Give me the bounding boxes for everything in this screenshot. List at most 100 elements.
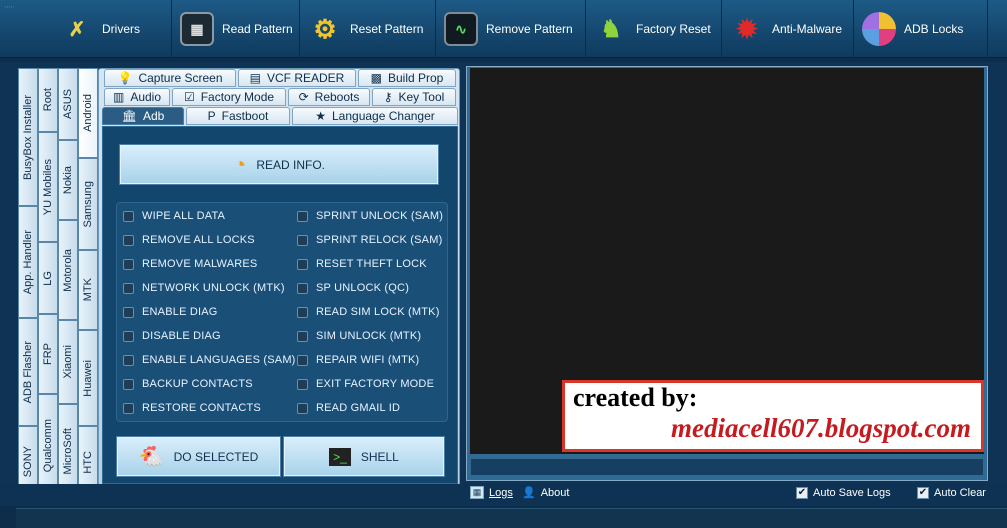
option-reset-theft-lock[interactable]: RESET THEFT LOCK xyxy=(297,258,427,270)
option-label: BACKUP CONTACTS xyxy=(142,378,253,390)
tab-nokia[interactable]: Nokia xyxy=(58,140,78,220)
checkbox[interactable] xyxy=(123,330,134,342)
option-label: READ GMAIL ID xyxy=(316,402,401,414)
checkbox[interactable] xyxy=(297,330,308,342)
option-sp-unlock[interactable]: SP UNLOCK (QC) xyxy=(297,282,409,294)
checkbox[interactable] xyxy=(123,306,134,318)
tab-capture-screen[interactable]: 💡 Capture Screen xyxy=(104,69,236,87)
tab-build-prop[interactable]: ▩ Build Prop xyxy=(358,69,456,87)
tab-root[interactable]: Root xyxy=(38,68,58,132)
tab-label: App. Handler xyxy=(22,229,34,295)
tab-mtk[interactable]: MTK xyxy=(78,250,98,330)
auto-save-logs-checkbox[interactable]: ✔ Auto Save Logs xyxy=(796,487,891,499)
option-network-unlock[interactable]: NETWORK UNLOCK (MTK) xyxy=(123,282,285,294)
checkbox[interactable] xyxy=(123,282,134,294)
checkbox[interactable] xyxy=(297,354,308,366)
checkbox[interactable] xyxy=(123,234,134,246)
checkbox[interactable] xyxy=(123,210,134,222)
tab-motorola[interactable]: Motorola xyxy=(58,220,78,320)
tools-icon: ✗ xyxy=(68,18,86,41)
tab-language-changer[interactable]: ★ Language Changer xyxy=(292,107,458,125)
factory-reset-label: Factory Reset xyxy=(636,22,711,36)
option-disable-diag[interactable]: DISABLE DIAG xyxy=(123,330,221,342)
tab-adb-flasher[interactable]: ADB Flasher xyxy=(18,318,38,426)
option-enable-diag[interactable]: ENABLE DIAG xyxy=(123,306,218,318)
remove-pattern-button[interactable]: ∿ Remove Pattern xyxy=(436,0,586,58)
tab-asus[interactable]: ASUS xyxy=(58,68,78,140)
do-selected-button[interactable]: 🐔 DO SELECTED xyxy=(117,437,280,476)
option-sprint-relock[interactable]: SPRINT RELOCK (SAM) xyxy=(297,234,442,246)
shell-label: SHELL xyxy=(360,449,399,464)
tab-frp[interactable]: FRP xyxy=(38,314,58,394)
option-sim-unlock[interactable]: SIM UNLOCK (MTK) xyxy=(297,330,421,342)
tab-label: Logs xyxy=(489,486,513,499)
factory-reset-button[interactable]: ♞ Factory Reset xyxy=(586,0,722,58)
option-backup-contacts[interactable]: BACKUP CONTACTS xyxy=(123,378,253,390)
terminal-icon: >_ xyxy=(329,447,351,466)
option-restore-contacts[interactable]: RESTORE CONTACTS xyxy=(123,402,261,414)
option-enable-languages[interactable]: ENABLE LANGUAGES (SAM) xyxy=(123,354,296,366)
tab-label: Language Changer xyxy=(332,109,435,123)
checkbox[interactable] xyxy=(297,282,308,294)
option-sprint-unlock[interactable]: SPRINT UNLOCK (SAM) xyxy=(297,210,443,222)
option-label: SPRINT RELOCK (SAM) xyxy=(316,234,443,246)
option-exit-factory-mode[interactable]: EXIT FACTORY MODE xyxy=(297,378,434,390)
tab-label: About xyxy=(540,486,570,499)
read-pattern-button[interactable]: ▦ Read Pattern xyxy=(172,0,300,58)
tab-xiaomi[interactable]: Xiaomi xyxy=(58,320,78,404)
tab-label: LG xyxy=(42,270,54,286)
tab-app-handler[interactable]: App. Handler xyxy=(18,206,38,318)
log-scrollbar[interactable] xyxy=(470,458,984,476)
checkbox[interactable] xyxy=(297,210,308,222)
checkbox[interactable]: ✔ xyxy=(917,487,929,499)
checkbox[interactable]: ✔ xyxy=(796,487,808,499)
tab-yu-mobiles[interactable]: YU Mobiles xyxy=(38,132,58,242)
checkbox[interactable] xyxy=(123,354,134,366)
tab-adb[interactable]: 🏛 Adb xyxy=(102,107,184,125)
option-label: RESET THEFT LOCK xyxy=(316,258,427,270)
tab-qualcomm[interactable]: Qualcomm xyxy=(38,394,58,498)
tab-key-tool[interactable]: ⚷ Key Tool xyxy=(372,88,456,106)
android-icon: ♞ xyxy=(600,15,622,43)
tab-samsung[interactable]: Samsung xyxy=(78,158,98,250)
table-icon: ▦ xyxy=(470,486,484,499)
toolbar-grip[interactable]: ∙∙∙∙∙∙∙∙ xyxy=(4,4,14,54)
option-repair-wifi[interactable]: REPAIR WIFI (MTK) xyxy=(297,354,419,366)
checkbox[interactable] xyxy=(297,234,308,246)
auto-clear-checkbox[interactable]: ✔ Auto Clear xyxy=(917,487,986,499)
anti-malware-button[interactable]: ✹ Anti-Malware xyxy=(722,0,854,58)
star-icon: ★ xyxy=(315,109,326,123)
tab-huawei[interactable]: Huawei xyxy=(78,330,98,426)
tab-label: Xiaomi xyxy=(62,345,74,379)
option-read-sim-lock[interactable]: READ SIM LOCK (MTK) xyxy=(297,306,440,318)
read-info-button[interactable]: ◔ READ INFO. xyxy=(120,145,438,184)
tab-about[interactable]: 👤 About xyxy=(522,486,570,500)
tab-fastboot[interactable]: P Fastboot xyxy=(186,107,290,125)
checkbox[interactable] xyxy=(297,402,308,414)
tab-busybox-installer[interactable]: BusyBox Installer xyxy=(18,68,38,206)
adb-locks-button[interactable]: ADB Locks xyxy=(854,0,988,58)
tab-factory-mode[interactable]: ☑ Factory Mode xyxy=(172,88,286,106)
gear-icon: ⚙ xyxy=(313,13,337,44)
option-remove-all-locks[interactable]: REMOVE ALL LOCKS xyxy=(123,234,255,246)
tab-label: Fastboot xyxy=(221,109,269,123)
tab-android[interactable]: Android xyxy=(78,68,98,158)
option-read-gmail-id[interactable]: READ GMAIL ID xyxy=(297,402,400,414)
tab-lg[interactable]: LG xyxy=(38,242,58,314)
option-remove-malwares[interactable]: REMOVE MALWARES xyxy=(123,258,257,270)
drivers-button[interactable]: ✗ Drivers xyxy=(52,0,172,58)
checkbox[interactable] xyxy=(123,258,134,270)
tab-audio[interactable]: ▥ Audio xyxy=(104,88,170,106)
tab-vcf-reader[interactable]: ▤ VCF READER xyxy=(238,69,356,87)
shell-button[interactable]: >_ SHELL xyxy=(284,437,444,476)
vcf-icon: ▤ xyxy=(249,71,261,85)
tab-reboots[interactable]: ⟳ Reboots xyxy=(288,88,370,106)
checkbox[interactable] xyxy=(297,378,308,390)
checkbox[interactable] xyxy=(123,402,134,414)
option-wipe-all-data[interactable]: WIPE ALL DATA xyxy=(123,210,225,222)
tab-logs[interactable]: ▦ Logs xyxy=(470,486,513,499)
checkbox[interactable] xyxy=(123,378,134,390)
checkbox[interactable] xyxy=(297,258,308,270)
reset-pattern-button[interactable]: ⚙ Reset Pattern xyxy=(300,0,436,58)
checkbox[interactable] xyxy=(297,306,308,318)
